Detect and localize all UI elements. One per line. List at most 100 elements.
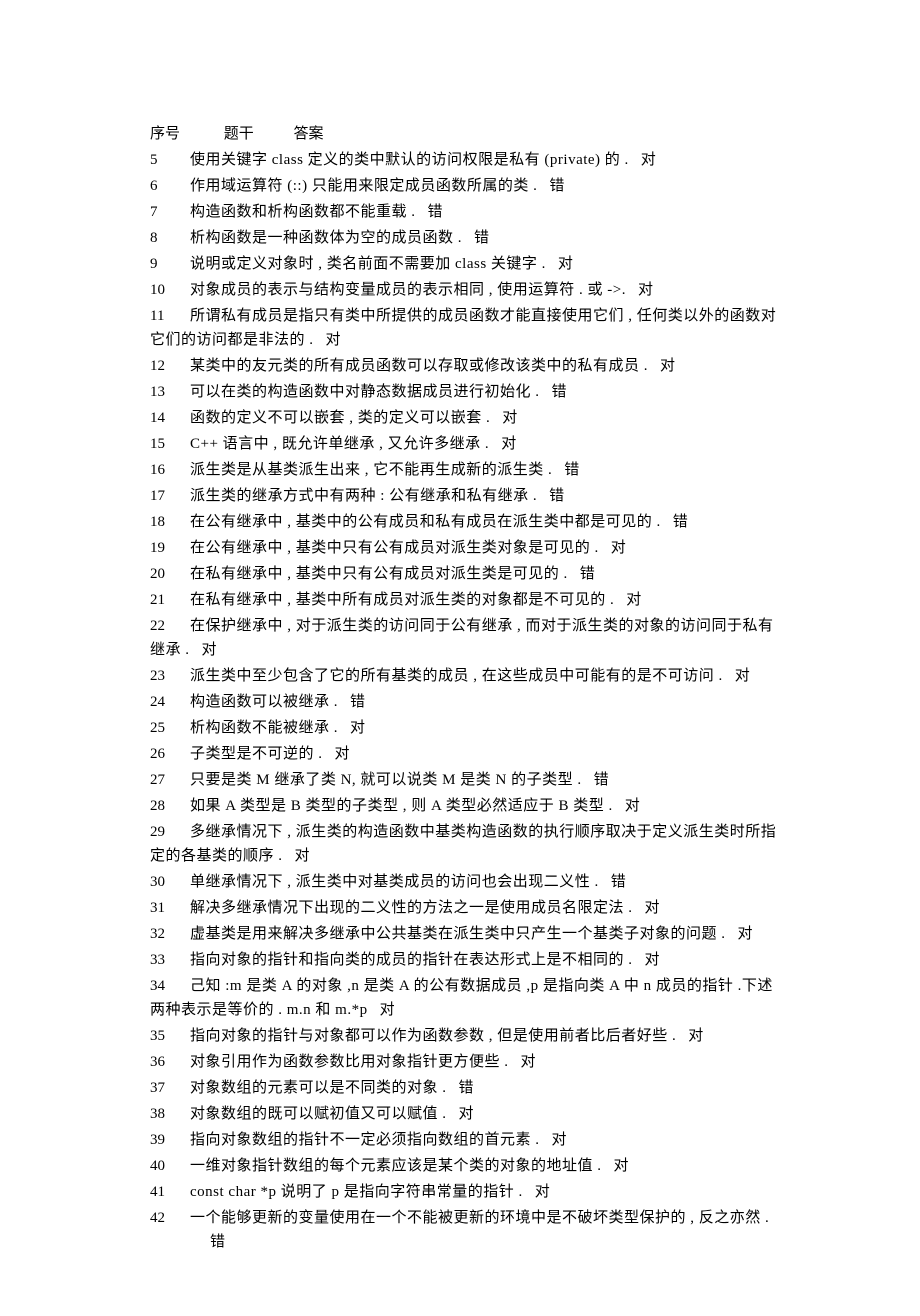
row-number: 30: [150, 870, 176, 894]
answer-text: 对: [625, 798, 640, 814]
table-row: 34己知 :m 是类 A 的对象 ,n 是类 A 的公有数据成员 ,p 是指向类…: [150, 974, 780, 1022]
row-number: 6: [150, 174, 176, 198]
answer-text: 错: [549, 488, 564, 504]
question-text: 一维对象指针数组的每个元素应该是某个类的对象的地址值 .: [190, 1158, 602, 1174]
row-number: 40: [150, 1154, 176, 1178]
question-text: 在私有继承中 , 基类中只有公有成员对派生类是可见的 .: [190, 566, 568, 582]
answer-text: 错: [459, 1080, 474, 1096]
table-row: 41const char *p 说明了 p 是指向字符串常量的指针 .对: [150, 1180, 780, 1204]
answer-text: 对: [558, 256, 573, 272]
row-number: 37: [150, 1076, 176, 1100]
table-row: 31解决多继承情况下出现的二义性的方法之一是使用成员名限定法 .对: [150, 896, 780, 920]
table-row: 12某类中的友元类的所有成员函数可以存取或修改该类中的私有成员 .对: [150, 354, 780, 378]
table-row: 20 在私有继承中 , 基类中只有公有成员对派生类是可见的 . 错: [150, 562, 780, 586]
table-row: 38对象数组的既可以赋初值又可以赋值 .对: [150, 1102, 780, 1126]
header-question: 题干: [224, 122, 254, 146]
question-text: 可以在类的构造函数中对静态数据成员进行初始化 .: [190, 384, 540, 400]
answer-text: 错: [673, 514, 688, 530]
table-row: 35指向对象的指针与对象都可以作为函数参数 , 但是使用前者比后者好些 .对: [150, 1024, 780, 1048]
question-text: 指向对象的指针与对象都可以作为函数参数 , 但是使用前者比后者好些 .: [190, 1028, 676, 1044]
table-row: 32虚基类是用来解决多继承中公共基类在派生类中只产生一个基类子对象的问题 .对: [150, 922, 780, 946]
answer-text: 对: [535, 1184, 550, 1200]
question-text: 使用关键字 class 定义的类中默认的访问权限是私有 (private) 的 …: [190, 152, 629, 168]
row-number: 16: [150, 458, 176, 482]
question-text: 作用域运算符 (::) 只能用来限定成员函数所属的类 .: [190, 178, 537, 194]
question-text: 说明或定义对象时 , 类名前面不需要加 class 关键字 .: [190, 256, 546, 272]
answer-text: 错: [549, 178, 564, 194]
answer-text: 对: [502, 410, 517, 426]
table-row: 13可以在类的构造函数中对静态数据成员进行初始化 .错: [150, 380, 780, 404]
question-text: 己知 :m 是类 A 的对象 ,n 是类 A 的公有数据成员 ,p 是指向类 A…: [150, 978, 773, 1018]
answer-text: 对: [552, 1132, 567, 1148]
row-number: 20: [150, 562, 176, 586]
table-row: 27只要是类 M 继承了类 N, 就可以说类 M 是类 N 的子类型 .错: [150, 768, 780, 792]
question-text: 对象数组的既可以赋初值又可以赋值 .: [190, 1106, 447, 1122]
answer-text: 对: [459, 1106, 474, 1122]
row-number: 25: [150, 716, 176, 740]
question-text: 解决多继承情况下出现的二义性的方法之一是使用成员名限定法 .: [190, 900, 633, 916]
header-answer: 答案: [294, 122, 324, 146]
question-text: 在公有继承中 , 基类中只有公有成员对派生类对象是可见的 .: [190, 540, 599, 556]
question-text: 在私有继承中 , 基类中所有成员对派生类的对象都是不可见的 .: [190, 592, 614, 608]
row-number: 34: [150, 974, 176, 998]
row-number: 11: [150, 304, 176, 328]
table-row: 9说明或定义对象时 , 类名前面不需要加 class 关键字 .对: [150, 252, 780, 276]
row-number: 41: [150, 1180, 176, 1204]
table-row: 16派生类是从基类派生出来 , 它不能再生成新的派生类 .错: [150, 458, 780, 482]
table-row: 28 如果 A 类型是 B 类型的子类型 , 则 A 类型必然适应于 B 类型 .…: [150, 794, 780, 818]
answer-text: 对: [350, 720, 365, 736]
row-number: 18: [150, 510, 176, 534]
table-row: 6 作用域运算符 (::) 只能用来限定成员函数所属的类 . 错: [150, 174, 780, 198]
question-text: C++ 语言中 , 既允许单继承 , 又允许多继承 .: [190, 436, 489, 452]
row-number: 32: [150, 922, 176, 946]
answer-text: 对: [626, 592, 641, 608]
question-text: 一个能够更新的变量使用在一个不能被更新的环境中是不破坏类型保护的 , 反之亦然 …: [190, 1210, 769, 1226]
answer-text: 对: [380, 1002, 395, 1018]
question-text: 对象引用作为函数参数比用对象指针更方便些 .: [190, 1054, 509, 1070]
answer-text: 错: [580, 566, 595, 582]
table-row: 23 派生类中至少包含了它的所有基类的成员 , 在这些成员中可能有的是不可访问 .…: [150, 664, 780, 688]
table-row: 11所谓私有成员是指只有类中所提供的成员函数才能直接使用它们 , 任何类以外的函…: [150, 304, 780, 352]
answer-text: 对: [326, 332, 341, 348]
table-row: 22在保护继承中 , 对于派生类的访问同于公有继承 , 而对于派生类的对象的访问…: [150, 614, 780, 662]
row-number: 29: [150, 820, 176, 844]
answer-text: 对: [521, 1054, 536, 1070]
question-text: 在保护继承中 , 对于派生类的访问同于公有继承 , 而对于派生类的对象的访问同于…: [150, 618, 774, 658]
row-number: 14: [150, 406, 176, 430]
row-number: 5: [150, 148, 176, 172]
question-text: 在公有继承中 , 基类中的公有成员和私有成员在派生类中都是可见的 .: [190, 514, 661, 530]
row-number: 15: [150, 432, 176, 456]
question-text: 某类中的友元类的所有成员函数可以存取或修改该类中的私有成员 .: [190, 358, 648, 374]
question-text: 对象数组的元素可以是不同类的对象 .: [190, 1080, 447, 1096]
question-text: 单继承情况下 , 派生类中对基类成员的访问也会出现二义性 .: [190, 874, 599, 890]
answer-text: 对: [660, 358, 675, 374]
table-row: 15C++ 语言中 , 既允许单继承 , 又允许多继承 .对: [150, 432, 780, 456]
table-row: 25析构函数不能被继承 .对: [150, 716, 780, 740]
table-row: 18 在公有继承中 , 基类中的公有成员和私有成员在派生类中都是可见的 . 错: [150, 510, 780, 534]
table-row: 21在私有继承中 , 基类中所有成员对派生类的对象都是不可见的 .对: [150, 588, 780, 612]
question-text: 函数的定义不可以嵌套 , 类的定义可以嵌套 .: [190, 410, 490, 426]
question-text: 派生类中至少包含了它的所有基类的成员 , 在这些成员中可能有的是不可访问 .: [190, 668, 723, 684]
row-number: 28: [150, 794, 176, 818]
question-text: 所谓私有成员是指只有类中所提供的成员函数才能直接使用它们 , 任何类以外的函数对…: [150, 308, 776, 348]
row-number: 8: [150, 226, 176, 250]
table-row: 42一个能够更新的变量使用在一个不能被更新的环境中是不破坏类型保护的 , 反之亦…: [150, 1206, 780, 1254]
answer-text: 对: [202, 642, 217, 658]
question-text: 指向对象的指针和指向类的成员的指针在表达形式上是不相同的 .: [190, 952, 633, 968]
row-number: 13: [150, 380, 176, 404]
answer-text: 错: [428, 204, 443, 220]
table-row: 17派生类的继承方式中有两种 : 公有继承和私有继承 .错: [150, 484, 780, 508]
row-number: 10: [150, 278, 176, 302]
row-number: 23: [150, 664, 176, 688]
answer-text: 对: [638, 282, 653, 298]
table-row: 8析构函数是一种函数体为空的成员函数 .错: [150, 226, 780, 250]
question-text: 如果 A 类型是 B 类型的子类型 , 则 A 类型必然适应于 B 类型 .: [190, 798, 613, 814]
table-row: 10对象成员的表示与结构变量成员的表示相同 , 使用运算符 . 或 ->.对: [150, 278, 780, 302]
row-number: 22: [150, 614, 176, 638]
answer-text: 对: [295, 848, 310, 864]
answer-text: 对: [738, 926, 753, 942]
answer-text: 对: [735, 668, 750, 684]
question-text: 派生类是从基类派生出来 , 它不能再生成新的派生类 .: [190, 462, 552, 478]
row-number: 24: [150, 690, 176, 714]
answer-text: 对: [688, 1028, 703, 1044]
